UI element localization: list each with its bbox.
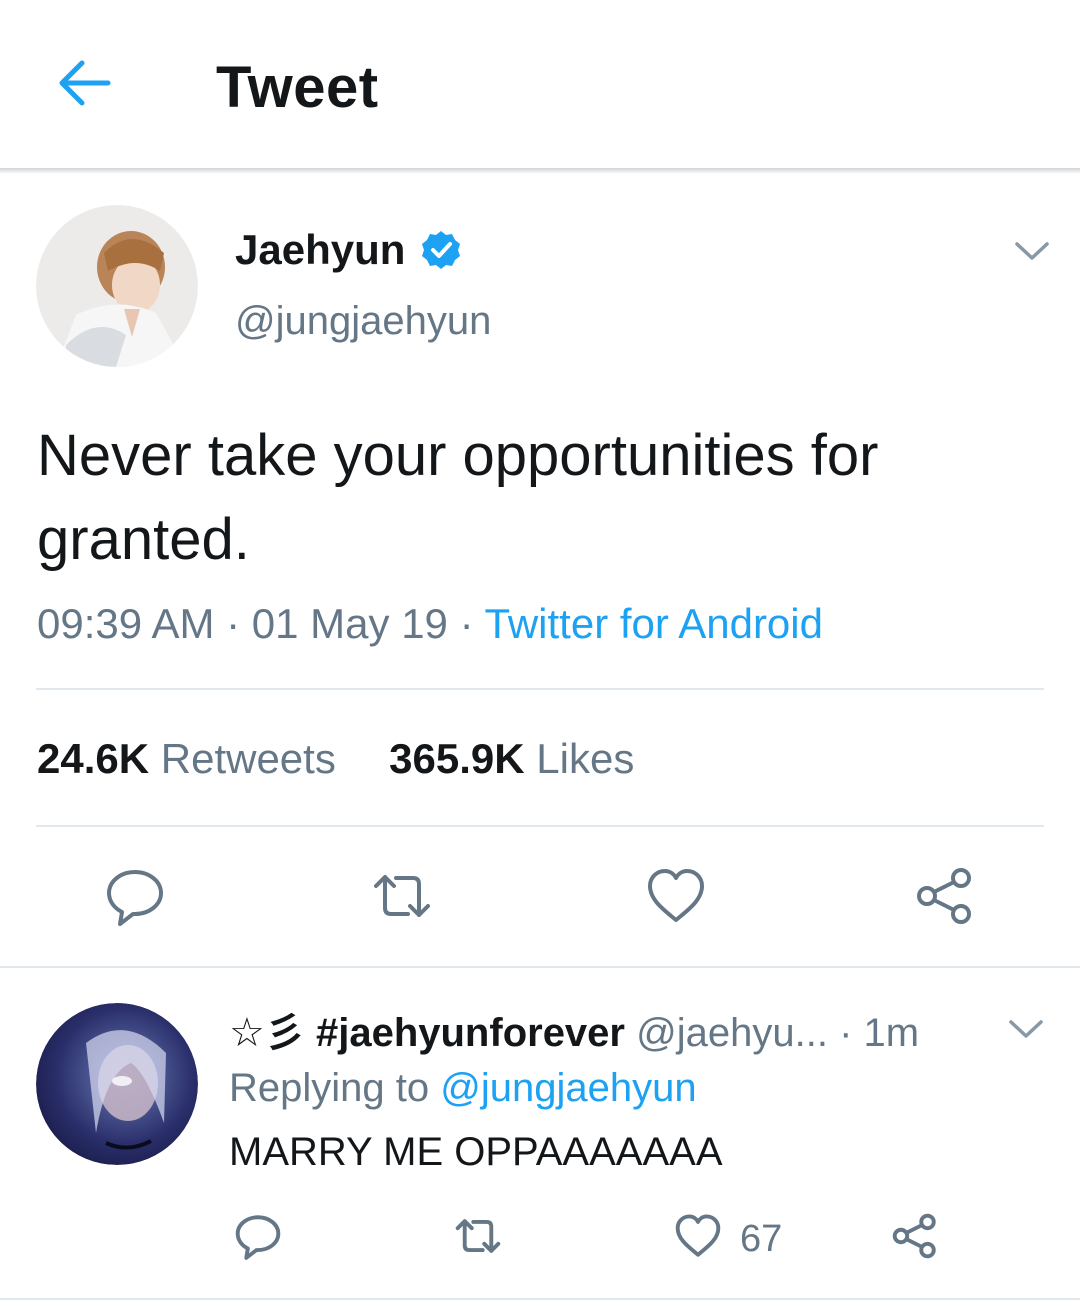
verified-badge-icon (422, 231, 460, 269)
tweet-time: 09:39 AM (37, 600, 215, 647)
tweet-text: Never take your opportunities for grante… (37, 423, 879, 572)
reply-icon[interactable] (233, 1211, 283, 1261)
chevron-down-icon[interactable] (1012, 236, 1052, 266)
divider (0, 1298, 1080, 1300)
meta-separator: · (447, 600, 485, 647)
app-header (0, 0, 1080, 168)
share-icon[interactable] (890, 1211, 940, 1261)
tweet-source-link[interactable]: Twitter for Android (485, 600, 823, 647)
share-icon[interactable] (913, 864, 977, 928)
section-divider (0, 966, 1080, 968)
tweet-date: 01 May 19 (251, 600, 448, 647)
page-title: Tweet (216, 55, 379, 120)
divider (36, 825, 1044, 827)
likes-stat[interactable]: 365.9K Likes (389, 735, 634, 782)
likes-label: Likes (536, 735, 635, 782)
retweets-stat[interactable]: 24.6K Retweets (37, 735, 336, 782)
reply-handle[interactable]: @jaehyu... (636, 1011, 828, 1055)
retweet-icon[interactable] (453, 1211, 503, 1261)
meta-separator: · (214, 600, 252, 647)
reply-text: MARRY ME OPPAAAAAAA (229, 1130, 723, 1174)
divider (36, 688, 1044, 690)
tweet-meta: 09:39 AM · 01 May 19 · Twitter for Andro… (37, 600, 823, 648)
likes-count: 365.9K (389, 735, 525, 782)
reply-time-separator: · (827, 1011, 864, 1055)
reply-time: 1m (863, 1011, 920, 1055)
user-handle[interactable]: @jungjaehyun (235, 299, 491, 344)
replying-to-handle[interactable]: @jungjaehyun (440, 1066, 696, 1110)
header-divider (0, 168, 1080, 174)
retweets-label: Retweets (160, 735, 336, 782)
replying-to: Replying to @jungjaehyun (229, 1066, 697, 1111)
avatar[interactable] (36, 205, 198, 367)
reply-icon[interactable] (103, 864, 167, 928)
display-name[interactable]: Jaehyun (235, 226, 405, 274)
reply-like-count: 67 (740, 1218, 783, 1260)
like-heart-icon[interactable] (644, 864, 708, 928)
retweets-count: 24.6K (37, 735, 150, 782)
chevron-down-icon[interactable] (1006, 1014, 1046, 1044)
retweet-icon[interactable] (370, 864, 434, 928)
like-heart-icon[interactable] (673, 1211, 723, 1261)
back-arrow-icon[interactable] (56, 58, 112, 108)
replying-to-label: Replying to (229, 1066, 441, 1110)
reply-header: ☆彡 #jaehyunforever @jaehyu... · 1m (229, 1000, 919, 1058)
reply-display-name[interactable]: ☆彡 #jaehyunforever (229, 1011, 625, 1055)
tweet-stats: 24.6K Retweets 365.9K Likes (37, 735, 634, 783)
reply-avatar[interactable] (36, 1003, 198, 1165)
